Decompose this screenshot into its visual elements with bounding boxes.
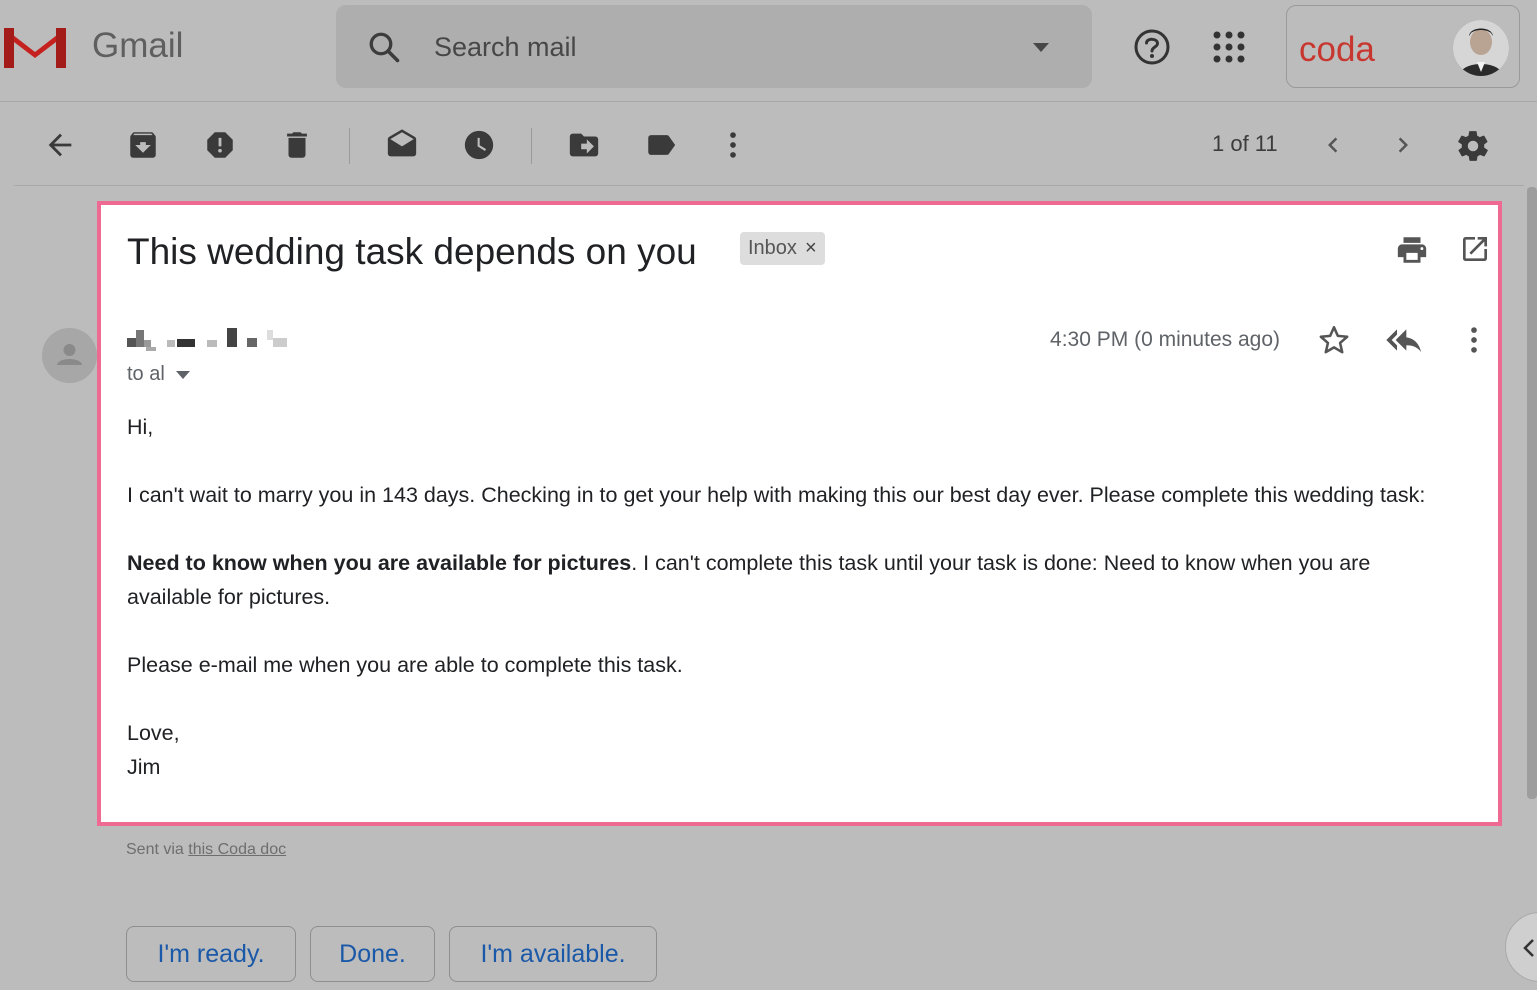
body-paragraph: Please e-mail me when you are able to co… xyxy=(127,653,683,677)
help-icon[interactable] xyxy=(1133,28,1171,66)
smart-reply-button[interactable]: I'm ready. xyxy=(126,926,296,982)
task-paragraph: Need to know when you are available for … xyxy=(127,546,1457,614)
apps-grid-icon[interactable] xyxy=(1212,30,1246,64)
snooze-clock-icon[interactable] xyxy=(462,128,496,162)
message-more-vertical-icon[interactable] xyxy=(1457,323,1491,357)
top-header: Gmail coda xyxy=(0,0,1537,102)
signature-text: Jim xyxy=(127,755,161,779)
user-avatar[interactable] xyxy=(1453,20,1509,76)
archive-icon[interactable] xyxy=(126,128,160,162)
remove-label-close-icon[interactable]: × xyxy=(805,237,817,260)
recipients-toggle[interactable]: to al xyxy=(127,363,191,386)
settings-gear-icon[interactable] xyxy=(1455,128,1491,164)
inbox-label-chip[interactable]: Inbox × xyxy=(740,232,825,265)
smart-reply-button[interactable]: Done. xyxy=(310,926,435,982)
email-message-card: This wedding task depends on you Inbox ×… xyxy=(97,201,1502,826)
task-title: Need to know when you are available for … xyxy=(127,551,632,575)
side-panel-toggle[interactable] xyxy=(1505,912,1537,982)
toolbar-separator xyxy=(531,128,532,164)
expand-chevron-left-icon xyxy=(1523,939,1534,957)
email-timestamp: 4:30 PM (0 minutes ago) xyxy=(1050,328,1280,351)
report-spam-icon[interactable] xyxy=(203,128,237,162)
toolbar-separator xyxy=(349,128,350,164)
open-in-new-window-icon[interactable] xyxy=(1459,233,1491,265)
gmail-wordmark[interactable]: Gmail xyxy=(92,26,183,66)
sender-avatar[interactable] xyxy=(42,328,97,383)
older-chevron-right-icon[interactable] xyxy=(1388,130,1418,160)
coda-brand-logo: coda xyxy=(1299,30,1375,69)
newer-chevron-left-icon[interactable] xyxy=(1318,130,1348,160)
signoff-text: Love, xyxy=(127,721,180,745)
more-vertical-icon[interactable] xyxy=(716,128,750,162)
smart-reply-button[interactable]: I'm available. xyxy=(449,926,657,982)
delete-trash-icon[interactable] xyxy=(280,128,314,162)
print-icon[interactable] xyxy=(1395,233,1429,267)
pagination-count: 1 of 11 xyxy=(1212,131,1278,156)
email-subject: This wedding task depends on you xyxy=(127,231,697,272)
gmail-logo-icon[interactable] xyxy=(0,20,70,72)
coda-doc-link[interactable]: this Coda doc xyxy=(188,841,286,858)
body-paragraph: I can't wait to marry you in 143 days. C… xyxy=(127,483,1426,507)
greeting-text: Hi, xyxy=(127,415,154,439)
email-body: Hi, I can't wait to marry you in 143 day… xyxy=(127,410,1457,784)
account-switcher[interactable]: coda xyxy=(1286,5,1520,88)
scrollbar[interactable] xyxy=(1527,187,1537,799)
recipient-text: to al xyxy=(127,363,165,385)
back-arrow-icon[interactable] xyxy=(43,128,77,162)
mark-unread-icon[interactable] xyxy=(385,128,419,162)
search-bar[interactable] xyxy=(336,5,1092,88)
reply-all-icon[interactable] xyxy=(1385,323,1425,357)
sent-via-prefix: Sent via xyxy=(126,841,189,858)
move-to-icon[interactable] xyxy=(567,128,601,162)
star-icon[interactable] xyxy=(1317,323,1351,357)
search-icon[interactable] xyxy=(366,29,402,65)
inbox-label-text: Inbox xyxy=(748,237,797,259)
sent-via-footer: Sent via this Coda doc xyxy=(126,841,286,859)
sender-name-redacted[interactable] xyxy=(127,328,297,352)
search-options-chevron-down-icon[interactable] xyxy=(1032,42,1050,54)
recipient-details-chevron-down-icon[interactable] xyxy=(175,370,191,380)
toolbar-divider xyxy=(14,185,1524,186)
search-input[interactable] xyxy=(434,27,994,67)
label-tag-icon[interactable] xyxy=(644,128,678,162)
